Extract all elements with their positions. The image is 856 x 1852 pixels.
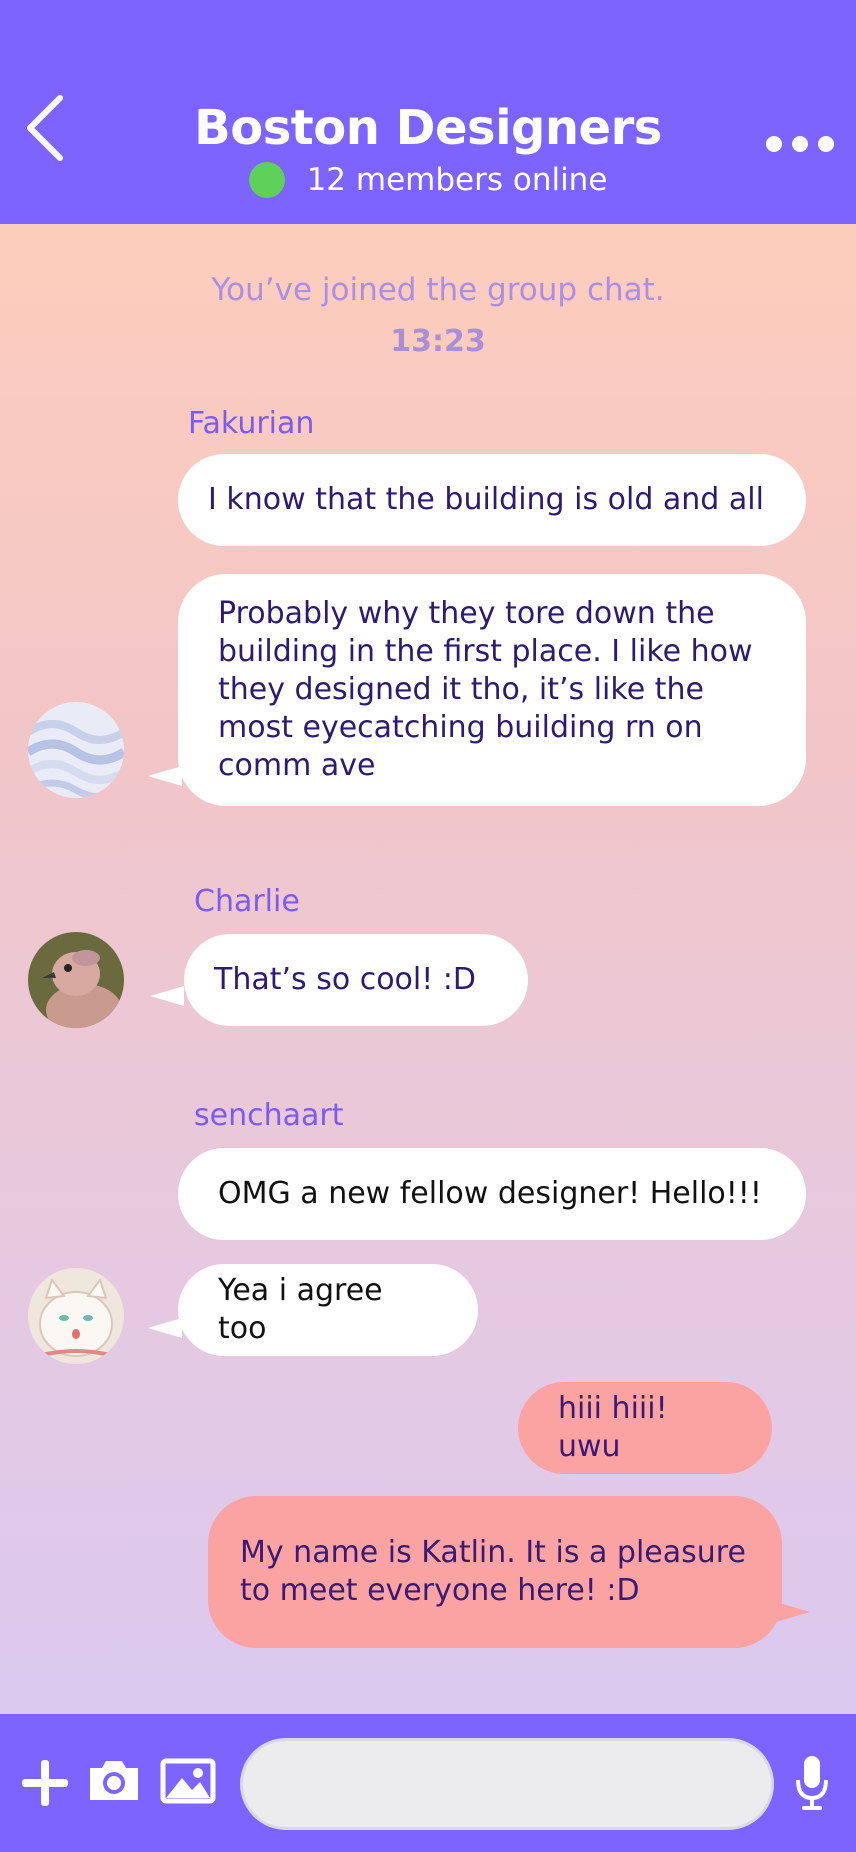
bubble-tail (148, 1318, 182, 1338)
message-bubble[interactable]: I know that the building is old and all (178, 454, 806, 546)
message-text: OMG a new fellow designer! Hello!!! (218, 1176, 762, 1211)
online-indicator-icon (248, 162, 285, 198)
message-text: Yea i agree too (218, 1273, 383, 1346)
message-bubble[interactable]: Probably why they tore down the building… (178, 574, 806, 806)
cat-illustration-avatar-icon (28, 1268, 124, 1364)
message-input[interactable] (240, 1738, 774, 1830)
abstract-wave-avatar-icon (28, 702, 124, 798)
group-title: Boston Designers (194, 100, 662, 156)
image-icon (160, 1758, 216, 1804)
add-attachment-button[interactable] (20, 1758, 70, 1812)
sender-name: Charlie (194, 884, 300, 919)
message-bubble[interactable]: Yea i agree too (178, 1264, 478, 1356)
online-status: 12 members online (0, 162, 856, 198)
more-dots-icon (766, 136, 834, 152)
dove-avatar-icon (28, 932, 124, 1028)
camera-icon (90, 1761, 138, 1800)
message-text: I know that the building is old and all (208, 482, 764, 517)
outgoing-message-bubble[interactable]: My name is Katlin. It is a pleasure to m… (208, 1496, 782, 1648)
microphone-icon (796, 1756, 828, 1810)
message-text: That’s so cool! :D (214, 962, 477, 997)
sender-name: senchaart (194, 1098, 344, 1133)
avatar[interactable] (28, 702, 124, 798)
chat-header: Boston Designers 12 members online (0, 0, 856, 224)
online-status-text: 12 members online (306, 162, 608, 198)
message-text: My name is Katlin. It is a pleasure to m… (240, 1535, 746, 1608)
system-message: You’ve joined the group chat. (211, 272, 665, 308)
bubble-tail (150, 986, 184, 1006)
gallery-button[interactable] (160, 1758, 216, 1808)
sender-name: Fakurian (188, 406, 315, 441)
bubble-tail (776, 1602, 810, 1622)
message-bubble[interactable]: OMG a new fellow designer! Hello!!! (178, 1148, 806, 1240)
outgoing-message-bubble[interactable]: hiii hiii! uwu (518, 1382, 772, 1474)
message-text: Probably why they tore down the building… (218, 596, 753, 783)
camera-button[interactable] (86, 1758, 142, 1806)
avatar[interactable] (28, 1268, 124, 1364)
plus-icon (22, 1760, 68, 1806)
message-bubble[interactable]: That’s so cool! :D (184, 934, 528, 1026)
avatar[interactable] (28, 932, 124, 1028)
message-list[interactable]: You’ve joined the group chat. 13:23 Faku… (0, 224, 856, 1714)
more-options-button[interactable] (764, 130, 836, 158)
voice-message-button[interactable] (796, 1754, 828, 1816)
composer-bar (0, 1714, 856, 1852)
message-text: hiii hiii! uwu (558, 1391, 668, 1464)
bubble-tail (148, 766, 182, 786)
system-timestamp: 13:23 (390, 324, 486, 359)
